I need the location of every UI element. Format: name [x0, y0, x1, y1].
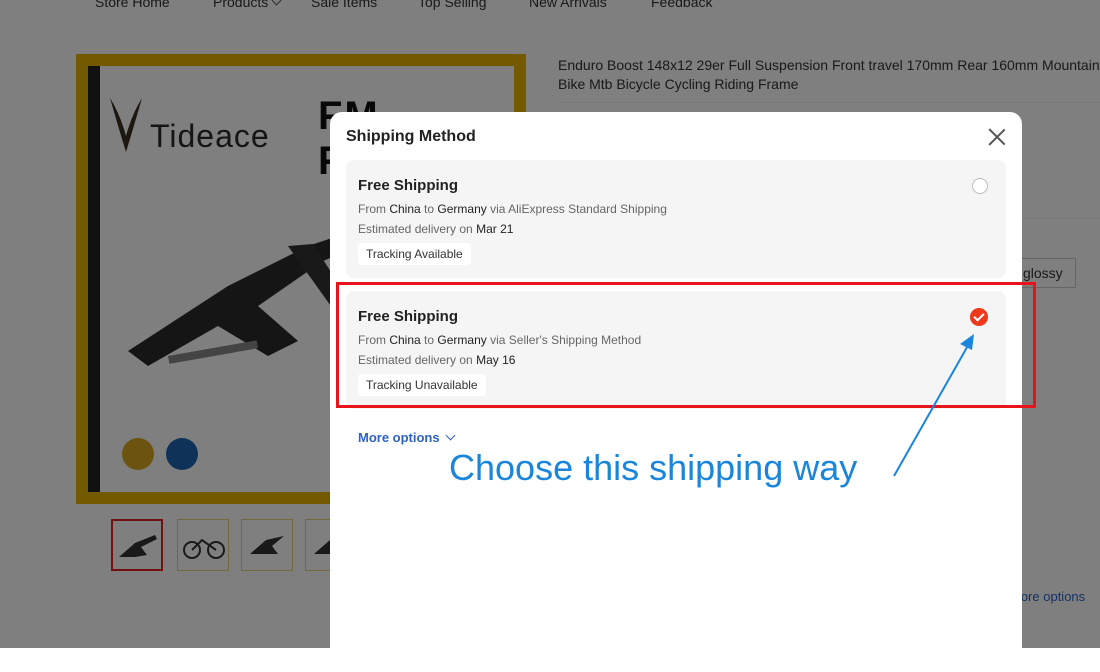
- tracking-badge: Tracking Available: [358, 243, 471, 265]
- dialog-title: Shipping Method: [346, 128, 476, 145]
- route-destination: Germany: [437, 202, 487, 216]
- shipping-option-title: Free Shipping: [358, 177, 459, 194]
- eta-date: Mar 21: [476, 222, 514, 236]
- radio-unchecked-icon[interactable]: [972, 178, 988, 194]
- shipping-route: From China to Germany via AliExpress Sta…: [358, 202, 667, 216]
- route-prefix: From: [358, 202, 386, 216]
- close-icon[interactable]: [986, 126, 1008, 148]
- annotation-text: Choose this shipping way: [449, 447, 858, 488]
- annotation-arrow-icon: [893, 334, 974, 477]
- chevron-down-icon: [445, 430, 456, 441]
- delivery-estimate: Estimated delivery on Mar 21: [358, 222, 513, 236]
- more-options-link[interactable]: More options: [358, 430, 456, 445]
- route-origin: China: [389, 202, 421, 216]
- route-to-word: to: [424, 202, 435, 216]
- eta-prefix: Estimated delivery on: [358, 222, 473, 236]
- shipping-option-standard[interactable]: Free Shipping From China to Germany via …: [346, 160, 1006, 278]
- more-options-label: More options: [358, 430, 440, 445]
- route-carrier: via AliExpress Standard Shipping: [490, 202, 667, 216]
